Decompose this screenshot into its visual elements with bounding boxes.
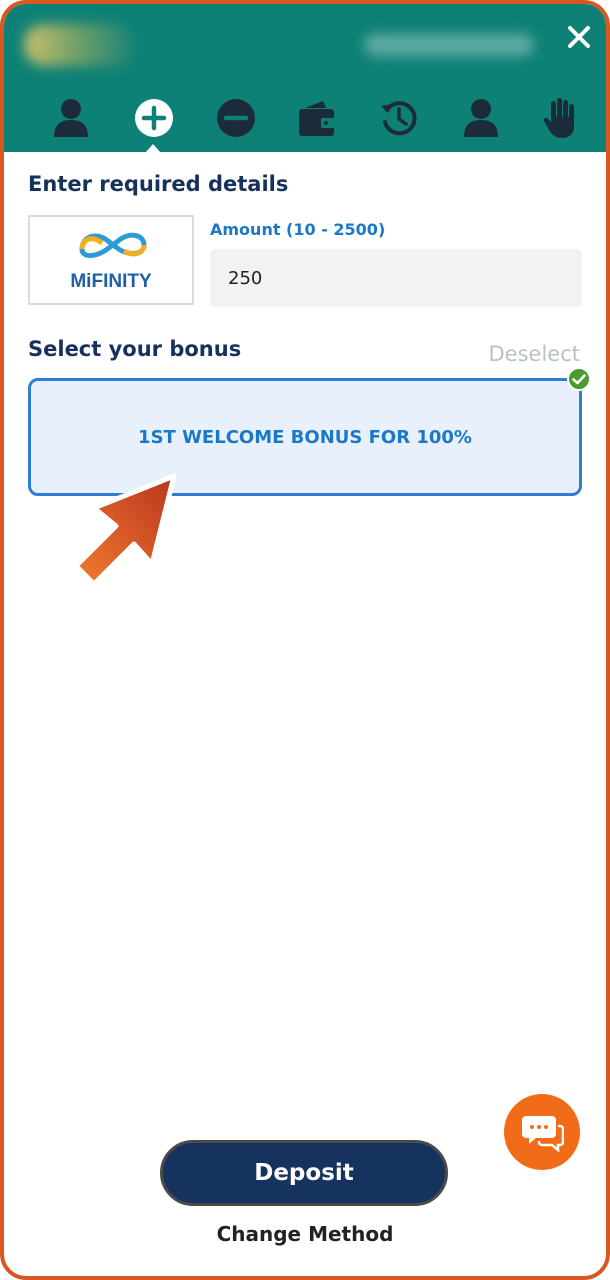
minus-circle-icon [217,99,255,137]
pointer-arrow-icon [64,466,194,596]
amount-label: Amount (10 - 2500) [210,220,386,239]
tab-responsible-gaming[interactable] [540,96,582,140]
wallet-icon [299,101,335,136]
plus-circle-icon [135,99,173,137]
bonus-title: Select your bonus [28,337,242,361]
mifinity-logo-text: MiFINITY [70,271,152,292]
user-icon [54,99,88,137]
deselect-link[interactable]: Deselect [489,342,581,366]
payment-method-logo: MiFINITY [28,215,194,305]
tab-profile[interactable] [50,96,92,140]
bonus-option-label: 1ST WELCOME BONUS FOR 100% [138,426,472,448]
active-tab-pointer [145,144,161,153]
chat-bubble-icon [522,1116,564,1152]
hand-icon [543,98,574,138]
app-frame: Enter required details MiFINITY Amount (… [0,0,610,1280]
change-method-link[interactable]: Change Method [4,1222,606,1246]
brand-logo-blurred [24,24,134,66]
tab-account[interactable] [460,96,502,140]
tab-deposit[interactable] [133,96,175,140]
amount-input[interactable] [210,249,582,307]
user-info-blurred [364,34,534,56]
tab-withdraw[interactable] [215,96,257,140]
user-icon [464,99,498,137]
details-title: Enter required details [28,172,289,196]
check-circle-icon [567,367,591,391]
header-bar [4,4,606,153]
history-icon [381,101,417,136]
account-tabs [28,96,582,142]
tab-wallet[interactable] [296,96,338,140]
chat-button[interactable] [504,1094,580,1170]
deposit-button[interactable]: Deposit [160,1140,448,1206]
close-icon[interactable] [566,24,592,50]
tab-history[interactable] [378,96,420,140]
